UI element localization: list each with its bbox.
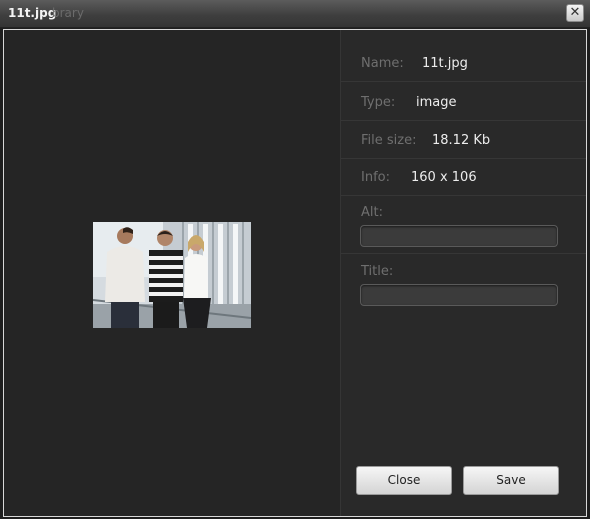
dialog-title-ghost: brary — [52, 6, 84, 20]
title-label: Title: — [361, 264, 394, 279]
name-row: Name: 11t.jpg — [341, 43, 586, 82]
image-preview — [93, 222, 251, 328]
file-size-label: File size: — [361, 133, 417, 148]
file-size-value: 18.12 Kb — [432, 133, 491, 148]
close-button[interactable]: Close — [356, 466, 452, 495]
alt-label: Alt: — [361, 205, 383, 220]
info-label: Info: — [361, 170, 390, 185]
name-label: Name: — [361, 56, 404, 71]
file-size-row: File size: 18.12 Kb — [341, 120, 586, 159]
dialog-titlebar: 11t.jpg brary ✕ — [0, 0, 590, 28]
info-value: 160 x 106 — [411, 170, 477, 185]
type-label: Type: — [361, 95, 396, 110]
title-input[interactable] — [360, 284, 558, 306]
close-icon[interactable]: ✕ — [566, 4, 584, 22]
type-row: Type: image — [341, 82, 586, 121]
type-value: image — [416, 95, 457, 110]
file-details-pane: Name: 11t.jpg Type: image File size: 18.… — [341, 30, 586, 516]
save-button[interactable]: Save — [463, 466, 559, 495]
dialog-title: 11t.jpg — [8, 6, 57, 20]
info-row: Info: 160 x 106 — [341, 157, 586, 196]
dialog-body: Name: 11t.jpg Type: image File size: 18.… — [3, 29, 587, 517]
alt-input[interactable] — [360, 225, 558, 247]
image-preview-pane — [4, 30, 341, 516]
name-value: 11t.jpg — [422, 56, 468, 71]
